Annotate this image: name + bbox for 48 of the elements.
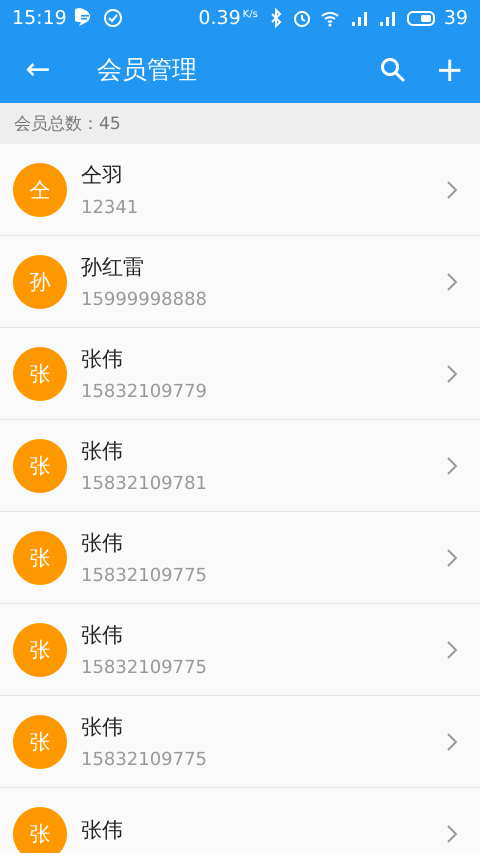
chevron-right-icon bbox=[446, 732, 458, 752]
member-name: 张伟 bbox=[81, 530, 124, 557]
check-circle-icon bbox=[102, 8, 123, 28]
battery-icon bbox=[406, 8, 436, 28]
member-name: 张伟 bbox=[81, 346, 124, 373]
member-name: 张伟 bbox=[81, 438, 124, 465]
member-row[interactable]: 张 张伟 15832109775 bbox=[0, 604, 480, 696]
member-name: 孙红雷 bbox=[81, 254, 145, 281]
member-name: 仝羽 bbox=[81, 162, 124, 189]
chevron-right-icon bbox=[446, 180, 458, 200]
chevron-right-icon bbox=[446, 640, 458, 660]
alarm-icon bbox=[292, 8, 312, 28]
avatar: 张 bbox=[13, 438, 67, 492]
avatar: 张 bbox=[13, 806, 67, 853]
avatar: 仝 bbox=[13, 162, 67, 216]
member-phone: 15832109775 bbox=[81, 657, 208, 678]
chevron-right-icon bbox=[446, 548, 458, 568]
member-phone: 12341 bbox=[81, 197, 140, 218]
member-name: 张伟 bbox=[81, 816, 124, 844]
member-row[interactable]: 张 张伟 15832109781 bbox=[0, 420, 480, 512]
battery-level: 39 bbox=[444, 7, 468, 29]
network-speed: 0.39$^{K/s}$ bbox=[198, 7, 258, 29]
chevron-right-icon bbox=[446, 364, 458, 384]
avatar: 张 bbox=[13, 346, 67, 400]
search-icon[interactable] bbox=[380, 56, 406, 82]
member-row[interactable]: 张 张伟 15832109775 bbox=[0, 512, 480, 604]
member-phone: 15832109781 bbox=[81, 473, 208, 494]
avatar: 张 bbox=[13, 622, 67, 676]
avatar: 孙 bbox=[13, 254, 67, 308]
member-row[interactable]: 张 张伟 15832109779 bbox=[0, 328, 480, 420]
member-phone: 15832109775 bbox=[81, 565, 208, 586]
chevron-right-icon bbox=[446, 456, 458, 476]
member-row[interactable]: 仝 仝羽 12341 bbox=[0, 144, 480, 236]
page-title: 会员管理 bbox=[97, 54, 198, 86]
member-name: 张伟 bbox=[81, 714, 124, 741]
member-name: 张伟 bbox=[81, 622, 124, 649]
clock-time: 15:19 bbox=[12, 7, 67, 29]
member-row[interactable]: 张 张伟 bbox=[0, 788, 480, 853]
chevron-right-icon bbox=[446, 824, 458, 844]
member-phone: 15832109779 bbox=[81, 381, 208, 402]
chevron-right-icon bbox=[446, 272, 458, 292]
member-row[interactable]: 孙 孙红雷 15999998888 bbox=[0, 236, 480, 328]
avatar: 张 bbox=[13, 530, 67, 584]
avatar: 张 bbox=[13, 714, 67, 768]
member-row[interactable]: 张 张伟 15832109775 bbox=[0, 696, 480, 788]
member-phone: 15999998888 bbox=[81, 289, 208, 310]
member-phone: 15832109775 bbox=[81, 749, 208, 770]
member-count: 会员总数：45 bbox=[0, 103, 480, 144]
